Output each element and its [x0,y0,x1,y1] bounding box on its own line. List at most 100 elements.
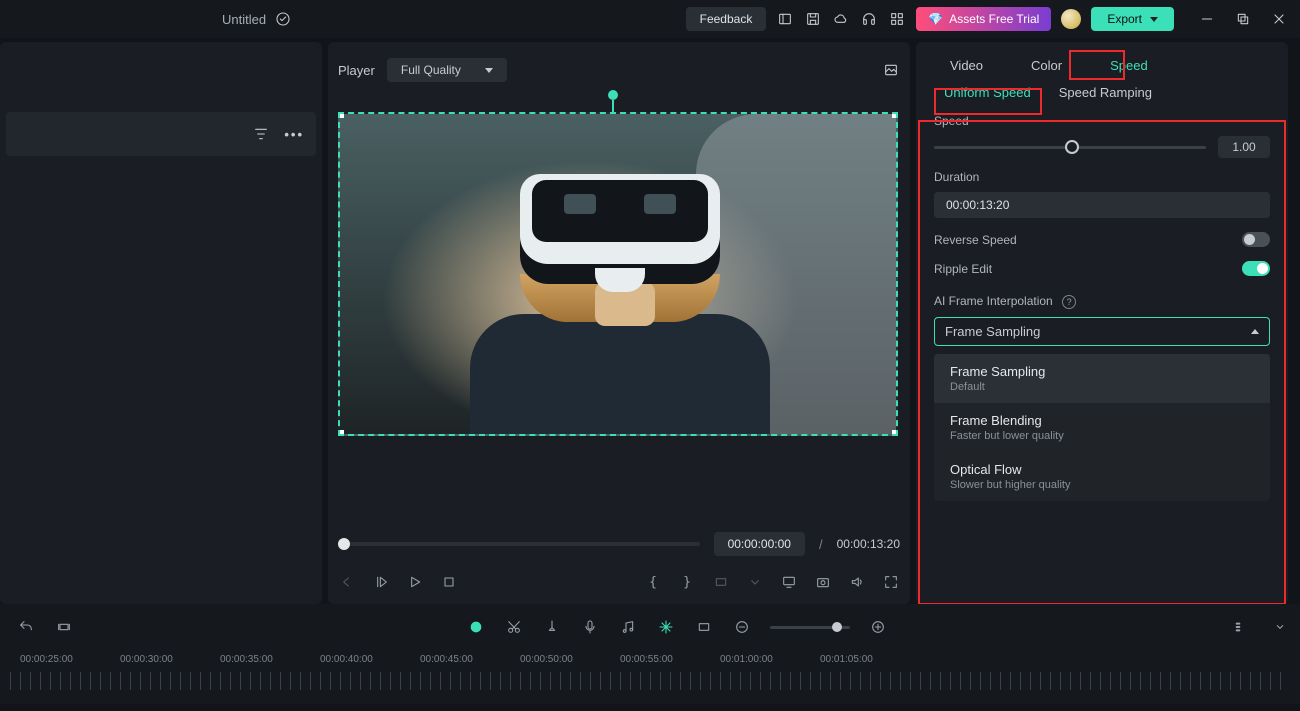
undo-icon[interactable] [16,617,36,637]
mark-in-icon[interactable]: { [644,573,662,591]
apps-grid-icon[interactable] [888,10,906,28]
subtab-speed-ramping[interactable]: Speed Ramping [1059,85,1152,100]
interpolation-selected-label: Frame Sampling [945,324,1040,339]
playback-scrubber[interactable] [338,542,700,546]
duration-input[interactable]: 00:00:13:20 [934,192,1270,218]
ai-tool-icon[interactable] [466,617,486,637]
image-quality-icon[interactable] [882,61,900,79]
ruler-tick: 00:00:35:00 [220,654,273,665]
cut-icon[interactable] [504,617,524,637]
dropdown-option-title: Optical Flow [950,462,1254,477]
cloud-icon[interactable] [832,10,850,28]
dropdown-option-optical-flow[interactable]: Optical Flow Slower but higher quality [934,452,1270,501]
export-label: Export [1107,12,1142,26]
maximize-icon[interactable] [1234,10,1252,28]
inspector-panel: Video Color Speed Uniform Speed Speed Ra… [916,42,1288,604]
volume-icon[interactable] [848,573,866,591]
info-icon[interactable]: ? [1062,295,1076,309]
quality-select-label: Full Quality [401,63,461,77]
ai-interpolation-label-text: AI Frame Interpolation [934,294,1053,308]
zoom-in-icon[interactable] [868,617,888,637]
chevron-down-icon [1150,17,1158,22]
player-label: Player [338,63,375,78]
chevron-up-icon [1251,329,1259,334]
layout-icon[interactable] [776,10,794,28]
timeline-ruler[interactable]: 00:00:25:00 00:00:30:00 00:00:35:00 00:0… [10,648,1290,694]
ruler-tick: 00:00:45:00 [420,654,473,665]
save-icon[interactable] [804,10,822,28]
zoom-out-icon[interactable] [732,617,752,637]
frame-icon[interactable] [694,617,714,637]
slider-thumb-icon[interactable] [832,622,842,632]
scrubber-thumb-icon[interactable] [338,538,350,550]
marker-icon[interactable] [542,617,562,637]
dropdown-option-title: Frame Sampling [950,364,1254,379]
reverse-speed-toggle[interactable] [1242,232,1270,247]
fullscreen-icon[interactable] [882,573,900,591]
close-icon[interactable] [1270,10,1288,28]
chevron-down-icon[interactable] [746,573,764,591]
play-pause-icon[interactable] [372,573,390,591]
stop-icon[interactable] [440,573,458,591]
titlebar: Untitled Feedback 💎 Assets Free Trial Ex… [0,0,1300,38]
selection-handle-icon[interactable] [892,430,898,436]
check-circle-icon [274,10,292,28]
quality-select[interactable]: Full Quality [387,58,507,82]
playhead-marker-icon[interactable] [608,90,618,100]
assets-free-trial-button[interactable]: 💎 Assets Free Trial [916,7,1051,31]
ratio-icon[interactable] [712,573,730,591]
assets-free-trial-label: Assets Free Trial [949,12,1039,26]
dropdown-option-frame-blending[interactable]: Frame Blending Faster but lower quality [934,403,1270,452]
display-icon[interactable] [780,573,798,591]
track-view-icon[interactable] [1232,617,1252,637]
ruler-tick: 00:01:00:00 [720,654,773,665]
slider-thumb-icon[interactable] [1065,140,1079,154]
mark-out-icon[interactable]: } [678,573,696,591]
ai-interpolation-label: AI Frame Interpolation ? [934,294,1270,309]
theme-avatar-icon[interactable] [1061,9,1081,29]
play-icon[interactable] [406,573,424,591]
interpolation-dropdown-list: Frame Sampling Default Frame Blending Fa… [934,354,1270,501]
tab-video[interactable]: Video [944,56,989,75]
ripple-edit-toggle[interactable] [1242,261,1270,276]
subtab-uniform-speed[interactable]: Uniform Speed [944,85,1031,100]
minimize-icon[interactable] [1198,10,1216,28]
ruler-tick: 00:00:40:00 [320,654,373,665]
more-options-icon[interactable]: ••• [284,127,304,142]
document-title: Untitled [222,12,266,27]
more-icon[interactable] [1270,617,1290,637]
step-back-icon[interactable] [338,573,356,591]
ruler-tick: 00:01:05:00 [820,654,873,665]
headphones-icon[interactable] [860,10,878,28]
music-icon[interactable] [618,617,638,637]
current-time: 00:00:00:00 [714,532,805,556]
effects-icon[interactable] [656,617,676,637]
snapshot-icon[interactable] [814,573,832,591]
dropdown-option-title: Frame Blending [950,413,1254,428]
dropdown-option-sub: Slower but higher quality [950,479,1254,491]
selection-handle-icon[interactable] [338,430,344,436]
speed-slider[interactable] [934,146,1206,149]
tab-speed[interactable]: Speed [1104,56,1154,75]
media-panel: ••• [0,42,322,604]
timeline-panel: 00:00:25:00 00:00:30:00 00:00:35:00 00:0… [0,604,1300,704]
speed-value[interactable]: 1.00 [1218,136,1270,158]
filter-icon[interactable] [252,125,270,143]
feedback-button[interactable]: Feedback [686,7,767,31]
export-button[interactable]: Export [1091,7,1174,31]
total-duration: 00:00:13:20 [837,537,900,551]
mic-icon[interactable] [580,617,600,637]
tab-color[interactable]: Color [1025,56,1068,75]
selection-tool-icon[interactable] [54,617,74,637]
chevron-down-icon [485,68,493,73]
interpolation-select[interactable]: Frame Sampling [934,317,1270,346]
zoom-slider[interactable] [770,626,850,629]
selection-handle-icon[interactable] [338,112,344,118]
preview-panel: Player Full Quality [328,42,910,604]
time-separator: / [819,537,823,552]
dropdown-option-sub: Default [950,381,1254,393]
dropdown-option-frame-sampling[interactable]: Frame Sampling Default [934,354,1270,403]
selection-handle-icon[interactable] [892,112,898,118]
video-preview[interactable] [338,112,898,436]
reverse-speed-label: Reverse Speed [934,233,1017,247]
